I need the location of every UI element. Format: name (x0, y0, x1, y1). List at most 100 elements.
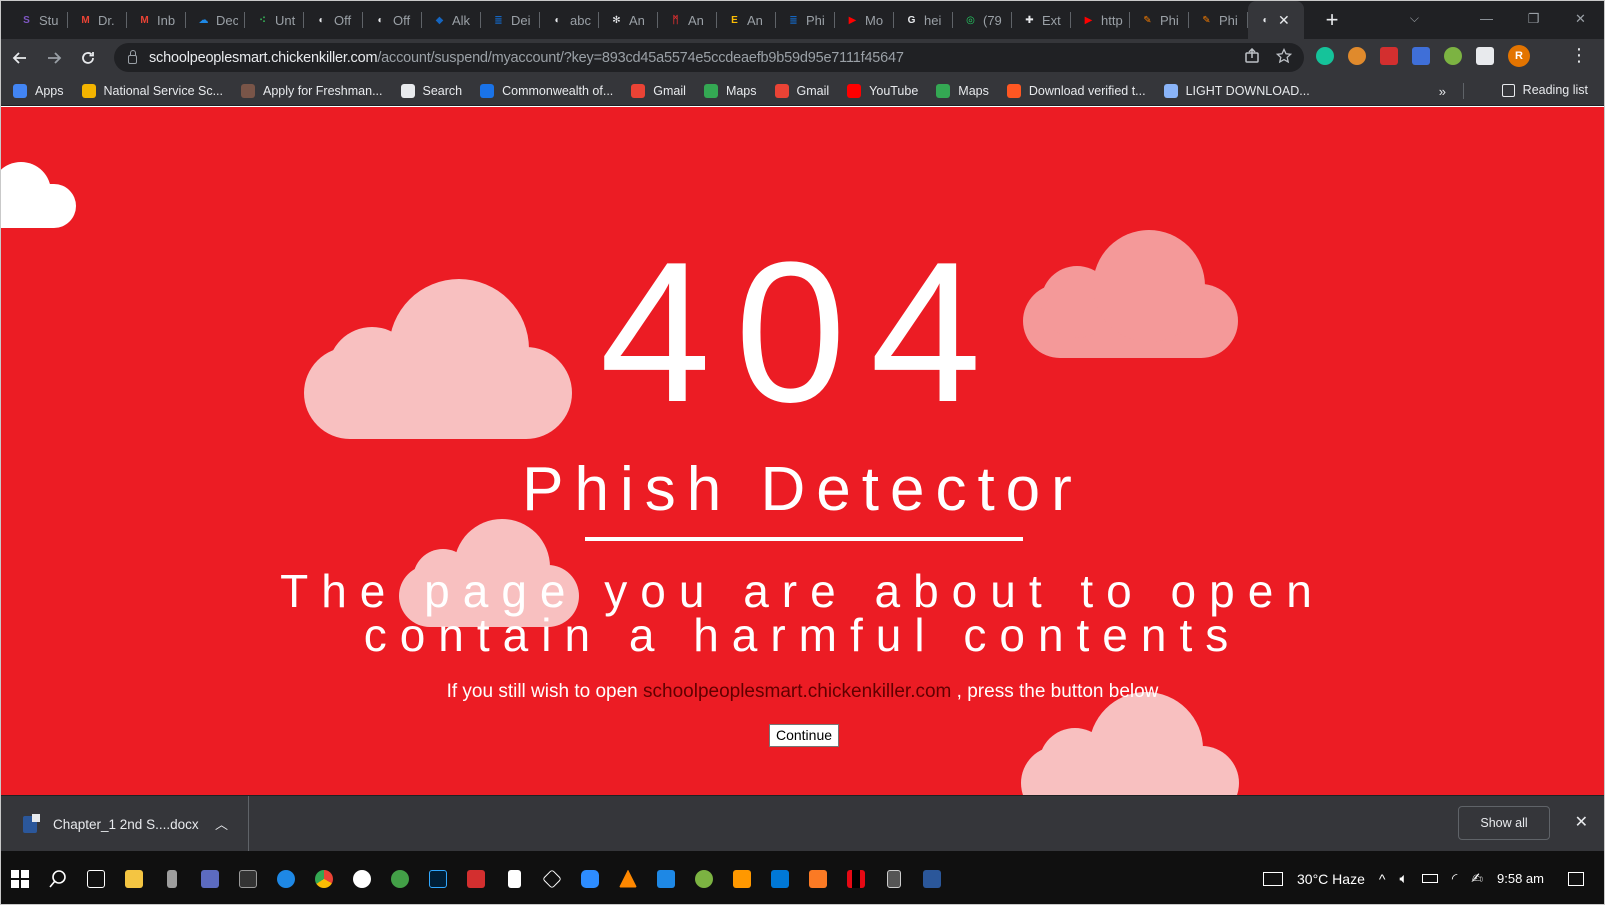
photoshop-icon[interactable] (419, 860, 457, 898)
extension-cookie-icon[interactable] (1348, 47, 1366, 65)
address-bar[interactable]: schoolpeoplesmart.chickenkiller.com/acco… (114, 43, 1304, 72)
browser-tab[interactable]: ✚ Ext (1012, 1, 1071, 39)
news-widget-icon[interactable] (1263, 871, 1284, 886)
browser-tab[interactable]: ◐ abc (540, 1, 599, 39)
continue-button[interactable]: Continue (769, 724, 839, 747)
reload-button[interactable] (73, 43, 103, 73)
extension-leaf-icon[interactable] (1444, 47, 1462, 65)
browser-tab[interactable]: ◎ (79 (953, 1, 1012, 39)
grammarly-icon[interactable] (1316, 47, 1334, 65)
notification-icon[interactable] (1568, 871, 1584, 886)
new-tab-button[interactable]: + (1320, 7, 1344, 33)
bookmark-item[interactable]: Download verified t... (1006, 83, 1146, 98)
netflix-icon[interactable] (837, 860, 875, 898)
tab-favicon-icon: M (140, 14, 149, 26)
mendeley-app-icon[interactable] (457, 860, 495, 898)
extensions-puzzle-icon[interactable] (1476, 47, 1494, 65)
bookmarks-overflow-icon[interactable]: » (1439, 84, 1446, 99)
task-view-icon[interactable] (77, 860, 115, 898)
bookmark-item[interactable]: Maps (703, 83, 757, 98)
browser-tab[interactable]: ≣ Dei (481, 1, 540, 39)
zoom-icon[interactable] (571, 860, 609, 898)
browser-tab[interactable]: ✎ Phi (1130, 1, 1189, 39)
bookmark-item[interactable]: LIGHT DOWNLOAD... (1163, 83, 1310, 98)
close-tab-icon[interactable]: ✕ (1278, 12, 1290, 29)
browser-tab[interactable]: ≣ Phi (776, 1, 835, 39)
chevron-up-icon[interactable]: ^ (1379, 871, 1386, 887)
close-download-bar-icon[interactable]: ✕ (1575, 812, 1588, 832)
app-green-circle-icon[interactable] (685, 860, 723, 898)
bookmark-item[interactable]: Maps (936, 83, 989, 98)
sublime-icon[interactable] (723, 860, 761, 898)
lock-icon[interactable] (128, 50, 137, 64)
browser-tab[interactable]: ▶ Mo (835, 1, 894, 39)
app-icon[interactable] (191, 860, 229, 898)
url-text: schoolpeoplesmart.chickenkiller.com/acco… (149, 49, 904, 66)
mendeley-icon[interactable] (1380, 47, 1398, 65)
reading-list-button[interactable]: Reading list (1501, 83, 1588, 97)
file-explorer-icon[interactable] (115, 860, 153, 898)
search-icon[interactable] (39, 860, 77, 898)
terminal-icon[interactable] (229, 860, 267, 898)
xampp-icon[interactable] (799, 860, 837, 898)
calculator-icon[interactable] (875, 860, 913, 898)
volume-icon[interactable]: 🔈︎ (1399, 870, 1407, 887)
browser-tab[interactable]: ⁖ Unt (245, 1, 304, 39)
word-icon[interactable] (913, 860, 951, 898)
bookmark-item[interactable]: Apps (13, 83, 64, 98)
browser-tab[interactable]: S Stu (9, 1, 68, 39)
profile-avatar[interactable]: R (1508, 45, 1530, 67)
bookmark-item[interactable]: Apply for Freshman... (241, 83, 383, 98)
tab-search-icon[interactable]: ⌵ (1410, 11, 1419, 26)
notepad-icon[interactable] (495, 860, 533, 898)
browser-tab[interactable]: M Dr. (68, 1, 127, 39)
bookmark-item[interactable]: Gmail (631, 83, 686, 98)
pen-icon[interactable]: ✍︎ (1471, 870, 1483, 887)
usb-app-icon[interactable] (153, 860, 191, 898)
edge-icon[interactable] (267, 860, 305, 898)
forward-button[interactable] (39, 43, 69, 73)
browser-tab[interactable]: ◐ Off (363, 1, 422, 39)
tab-favicon-icon: ≣ (789, 14, 798, 26)
app-window-icon[interactable] (647, 860, 685, 898)
browser-tab[interactable]: ✎ Phi (1189, 1, 1248, 39)
restore-button[interactable]: ❐ (1510, 1, 1557, 39)
bookmark-item[interactable]: Search (400, 83, 462, 98)
3d-viewer-icon[interactable] (533, 860, 571, 898)
download-item[interactable]: Chapter_1 2nd S....docx ︿ (1, 796, 249, 852)
browser-tab[interactable]: ◐ Off (304, 1, 363, 39)
app-green-icon[interactable] (381, 860, 419, 898)
browser-tab[interactable]: Ghei (894, 1, 953, 39)
back-button[interactable] (5, 43, 35, 73)
wifi-icon[interactable]: ◜ (1452, 870, 1457, 887)
vscode-icon[interactable] (761, 860, 799, 898)
close-window-button[interactable]: ✕ (1557, 1, 1604, 39)
clock-time[interactable]: 9:58 am (1497, 871, 1544, 886)
browser-tab[interactable]: ✻ An (599, 1, 658, 39)
bookmark-item[interactable]: YouTube (847, 83, 918, 98)
browser-tab[interactable]: ▶ http (1071, 1, 1130, 39)
show-all-button[interactable]: Show all (1458, 806, 1550, 840)
minimize-button[interactable]: — (1463, 1, 1510, 39)
browser-tab[interactable]: E An (717, 1, 776, 39)
browser-tab-active[interactable]: ◐ ✕ (1248, 1, 1304, 39)
chevron-up-icon[interactable]: ︿ (215, 814, 228, 833)
share-icon[interactable] (1244, 48, 1260, 64)
bookmark-item[interactable]: Commonwealth of... (480, 83, 613, 98)
menu-kebab-icon[interactable]: ⋮ (1570, 45, 1588, 66)
bookmark-item[interactable]: National Service Sc... (81, 83, 223, 98)
battery-icon[interactable] (1421, 874, 1438, 883)
error-code: 404 (599, 221, 1006, 444)
bookmark-star-icon[interactable] (1276, 48, 1292, 64)
vlc-icon[interactable] (609, 860, 647, 898)
app-circle-icon[interactable] (343, 860, 381, 898)
chrome-icon[interactable] (305, 860, 343, 898)
browser-tab[interactable]: ◆ Alk (422, 1, 481, 39)
browser-tab[interactable]: ☁ Dec (186, 1, 245, 39)
browser-tab[interactable]: M Inb (127, 1, 186, 39)
windows-start-icon[interactable] (1, 860, 39, 898)
extension-shield-icon[interactable] (1412, 47, 1430, 65)
bookmark-item[interactable]: Gmail (774, 83, 829, 98)
weather-text[interactable]: 30°C Haze (1297, 871, 1365, 887)
browser-tab[interactable]: ᛗ An (658, 1, 717, 39)
